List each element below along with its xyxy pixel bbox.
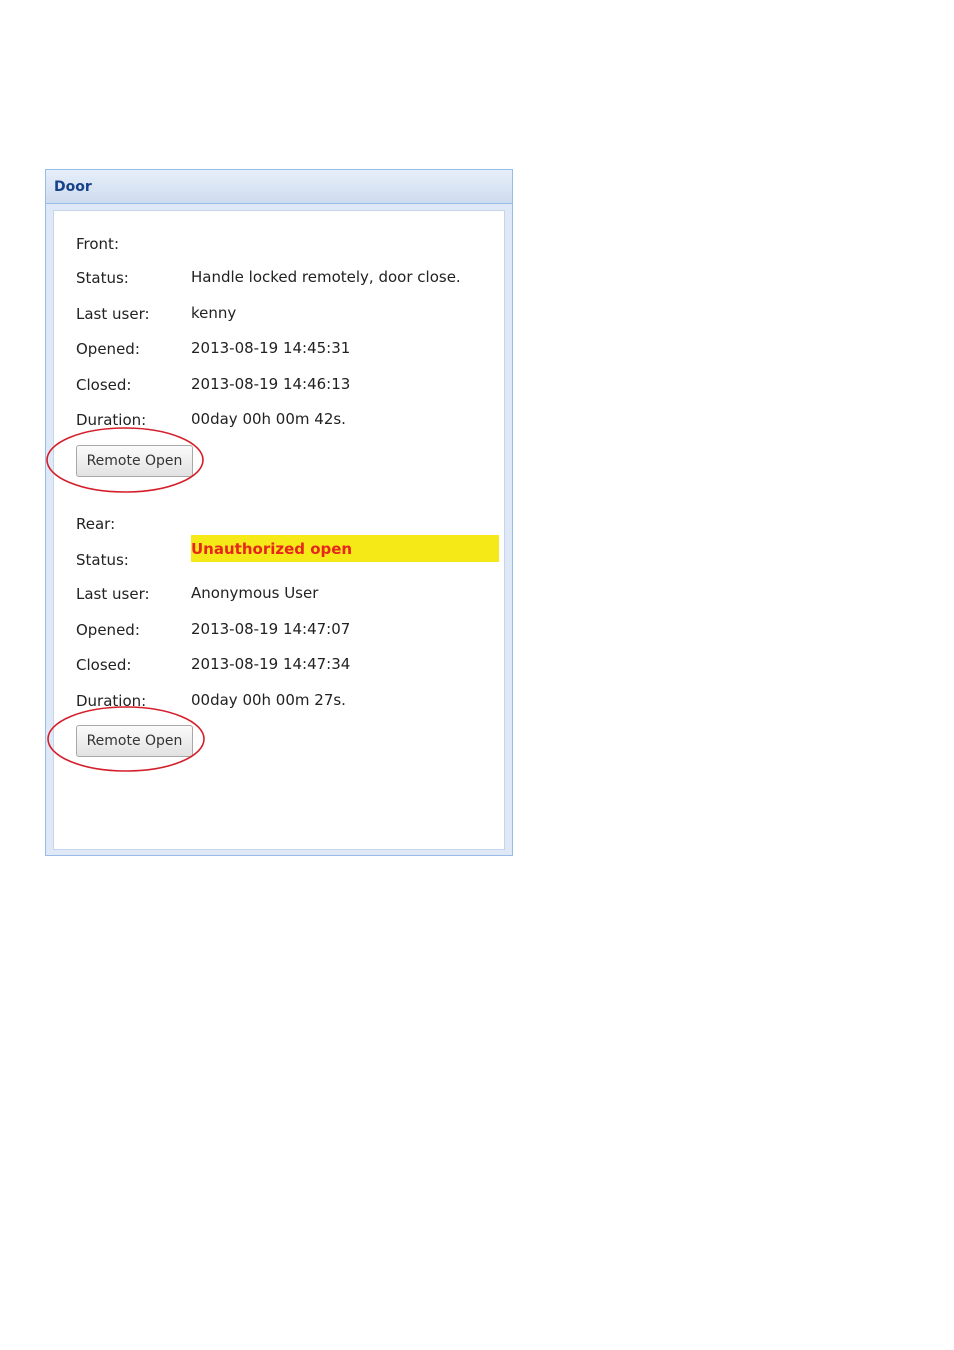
front-closed-label: Closed: <box>76 376 132 394</box>
front-door-name: Front: <box>76 235 119 253</box>
rear-duration-value: 00day 00h 00m 27s. <box>191 691 346 709</box>
front-duration-value: 00day 00h 00m 42s. <box>191 410 346 428</box>
front-annotation-circle <box>46 427 204 493</box>
front-opened-label: Opened: <box>76 340 140 358</box>
rear-opened-label: Opened: <box>76 621 140 639</box>
rear-annotation-circle <box>47 706 205 772</box>
front-last-user-label: Last user: <box>76 305 150 323</box>
rear-last-user-label: Last user: <box>76 585 150 603</box>
rear-closed-value: 2013-08-19 14:47:34 <box>191 655 351 673</box>
front-last-user-value: kenny <box>191 304 237 322</box>
rear-status-value: Unauthorized open <box>191 540 353 558</box>
rear-door-name: Rear: <box>76 515 116 533</box>
rear-last-user-value: Anonymous User <box>191 584 319 602</box>
rear-opened-value: 2013-08-19 14:47:07 <box>191 620 351 638</box>
rear-closed-label: Closed: <box>76 656 132 674</box>
front-closed-value: 2013-08-19 14:46:13 <box>191 375 351 393</box>
front-opened-value: 2013-08-19 14:45:31 <box>191 339 351 357</box>
panel-header: Door <box>46 170 512 204</box>
panel-title: Door <box>54 179 92 195</box>
front-status-value: Handle locked remotely, door close. <box>191 268 461 286</box>
rear-status-label: Status: <box>76 551 129 569</box>
front-status-label: Status: <box>76 269 129 287</box>
